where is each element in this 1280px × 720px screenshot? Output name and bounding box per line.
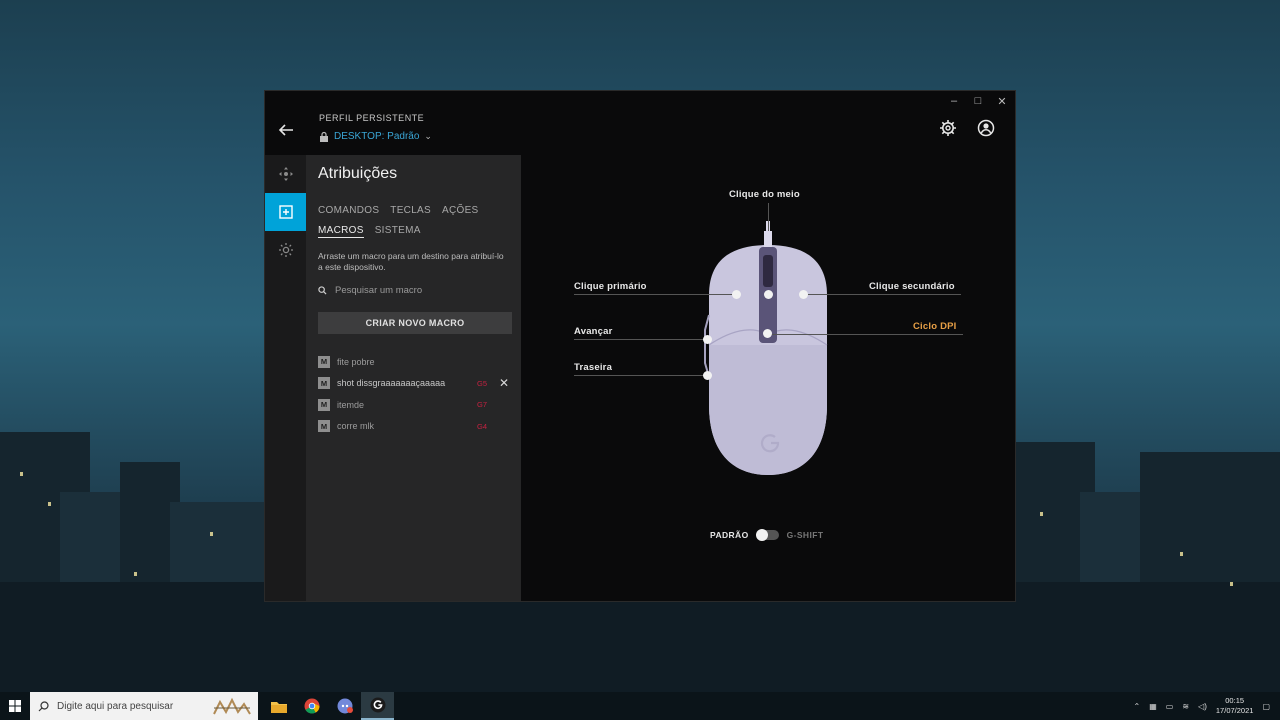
label-secondary-click[interactable]: Clique secundário <box>869 281 955 292</box>
search-input[interactable]: Pesquisar um macro <box>335 285 422 296</box>
connector-line <box>803 294 961 295</box>
macro-badge: M <box>318 420 330 433</box>
rail-item-assignments[interactable] <box>265 193 306 231</box>
taskbar-chrome[interactable] <box>295 692 328 720</box>
macro-key: G4 <box>477 421 488 431</box>
connector-line <box>574 375 708 376</box>
rail-item-lighting[interactable] <box>265 231 306 269</box>
taskbar-search[interactable]: Digite aqui para pesquisar <box>30 692 258 720</box>
chrome-icon <box>304 698 319 714</box>
create-macro-button[interactable]: CRIAR NOVO MACRO <box>318 312 512 334</box>
left-nav-rail <box>265 155 306 601</box>
clock-time: 00:15 <box>1225 696 1245 705</box>
macro-item[interactable]: M corre mlk G4 <box>318 416 512 438</box>
rail-item-move[interactable] <box>265 155 306 193</box>
tabs-row-1: COMANDOS TECLAS AÇÕES <box>318 205 479 216</box>
mode-default-label: PADRÃO <box>710 530 749 540</box>
mouse-stage: Clique do meio Clique primário Clique se… <box>521 155 1015 601</box>
tab-sistema[interactable]: SISTEMA <box>375 225 421 238</box>
delete-macro-icon[interactable]: ✕ <box>499 376 509 390</box>
display-icon[interactable]: ▭ <box>1166 702 1174 711</box>
forward-hotspot[interactable] <box>703 335 712 344</box>
macro-item[interactable]: M shot dissgraaaaaaaçaaaaa G5 ✕ <box>318 373 512 395</box>
taskbar-file-explorer[interactable] <box>262 692 295 720</box>
label-back[interactable]: Traseira <box>574 362 612 373</box>
ghub-window: – □ ✕ PERFIL PERSISTENTE DESKTOP: Padrão… <box>264 90 1016 602</box>
connector-line <box>574 339 708 340</box>
plus-square-icon <box>278 205 293 219</box>
macro-search[interactable]: Pesquisar um macro <box>318 285 422 296</box>
tab-acoes[interactable]: AÇÕES <box>442 205 479 216</box>
clock-date: 17/07/2021 <box>1215 706 1254 715</box>
macro-name: fite pobre <box>337 356 375 367</box>
dpi-cycle-hotspot[interactable] <box>763 329 772 338</box>
folder-icon <box>270 701 287 713</box>
connector-line <box>771 334 963 335</box>
macro-list: M fite pobre M shot dissgraaaaaaaçaaaaa … <box>318 351 512 437</box>
connector-line <box>574 294 736 295</box>
search-icon <box>38 700 49 711</box>
taskbar-clock[interactable]: 00:15 17/07/2021 <box>1216 696 1254 716</box>
back-arrow-icon[interactable] <box>277 121 295 139</box>
mode-toggle-row: PADRÃO G-SHIFT <box>710 529 824 541</box>
maximize-button[interactable]: □ <box>971 95 985 108</box>
macro-badge: M <box>318 398 330 411</box>
primary-click-hotspot[interactable] <box>732 290 741 299</box>
move-icon <box>278 167 293 181</box>
lock-icon <box>320 131 328 142</box>
windows-logo-icon <box>9 700 21 712</box>
label-primary-click[interactable]: Clique primário <box>574 281 647 292</box>
macro-name: corre mlk <box>337 421 375 432</box>
tabs-row-2: MACROS SISTEMA <box>318 225 421 238</box>
network-icon[interactable]: ▦ <box>1149 702 1157 711</box>
search-icon <box>318 286 327 295</box>
middle-click-hotspot[interactable] <box>764 290 773 299</box>
macro-item[interactable]: M fite pobre <box>318 351 512 373</box>
connector-line <box>768 203 769 231</box>
panel-title: Atribuições <box>318 165 398 182</box>
secondary-click-hotspot[interactable] <box>799 290 808 299</box>
macro-name: itemde <box>337 399 365 410</box>
profile-selector[interactable]: DESKTOP: Padrão ⌄ <box>319 131 432 142</box>
label-middle-click[interactable]: Clique do meio <box>729 189 800 200</box>
volume-icon[interactable]: ◁) <box>1198 702 1207 711</box>
back-hotspot[interactable] <box>703 371 712 380</box>
logitech-g-icon <box>370 697 385 713</box>
taskbar-discord[interactable] <box>328 692 361 720</box>
tab-teclas[interactable]: TECLAS <box>390 205 431 216</box>
system-tray: ⌃ ▦ ▭ ≋ ◁) 00:15 17/07/2021 ▢ <box>1134 692 1270 720</box>
tab-macros[interactable]: MACROS <box>318 225 364 238</box>
macro-name: shot dissgraaaaaaaçaaaaa <box>337 378 446 389</box>
assignments-panel: Atribuições COMANDOS TECLAS AÇÕES MACROS… <box>306 155 521 601</box>
close-button[interactable]: ✕ <box>995 95 1009 108</box>
taskbar-ghub[interactable] <box>361 692 394 720</box>
discord-icon <box>337 698 353 714</box>
sun-icon <box>278 243 293 257</box>
gshift-toggle[interactable] <box>755 529 779 541</box>
macro-key: G5 <box>477 378 488 388</box>
minimize-button[interactable]: – <box>947 95 961 108</box>
label-dpi-cycle[interactable]: Ciclo DPI <box>913 321 957 332</box>
wifi-icon[interactable]: ≋ <box>1182 702 1189 711</box>
macro-badge: M <box>318 377 330 390</box>
start-button[interactable] <box>0 692 30 720</box>
chevron-down-icon: ⌄ <box>424 131 432 141</box>
gear-icon[interactable] <box>939 119 957 137</box>
window-controls: – □ ✕ <box>947 95 1009 108</box>
mode-gshift-label: G-SHIFT <box>786 530 824 540</box>
taskbar-search-input[interactable]: Digite aqui para pesquisar <box>57 701 173 712</box>
tab-comandos[interactable]: COMANDOS <box>318 205 379 216</box>
notification-icon[interactable]: ▢ <box>1262 702 1270 711</box>
taskbar: Digite aqui para pesquisar ⌃ ▦ ▭ ≋ ◁) 00… <box>0 692 1280 720</box>
macro-key: G7 <box>477 400 488 410</box>
label-forward[interactable]: Avançar <box>574 326 613 337</box>
chevron-up-icon[interactable]: ⌃ <box>1134 702 1141 711</box>
drag-hint-text: Arraste um macro para um destino para at… <box>318 251 504 272</box>
profile-value: DESKTOP: Padrão <box>334 131 420 142</box>
macro-item[interactable]: M itemde G7 <box>318 394 512 416</box>
macro-badge: M <box>318 355 330 368</box>
search-highlight-image <box>213 697 251 715</box>
profile-label: PERFIL PERSISTENTE <box>319 113 425 123</box>
user-account-icon[interactable] <box>977 119 995 137</box>
